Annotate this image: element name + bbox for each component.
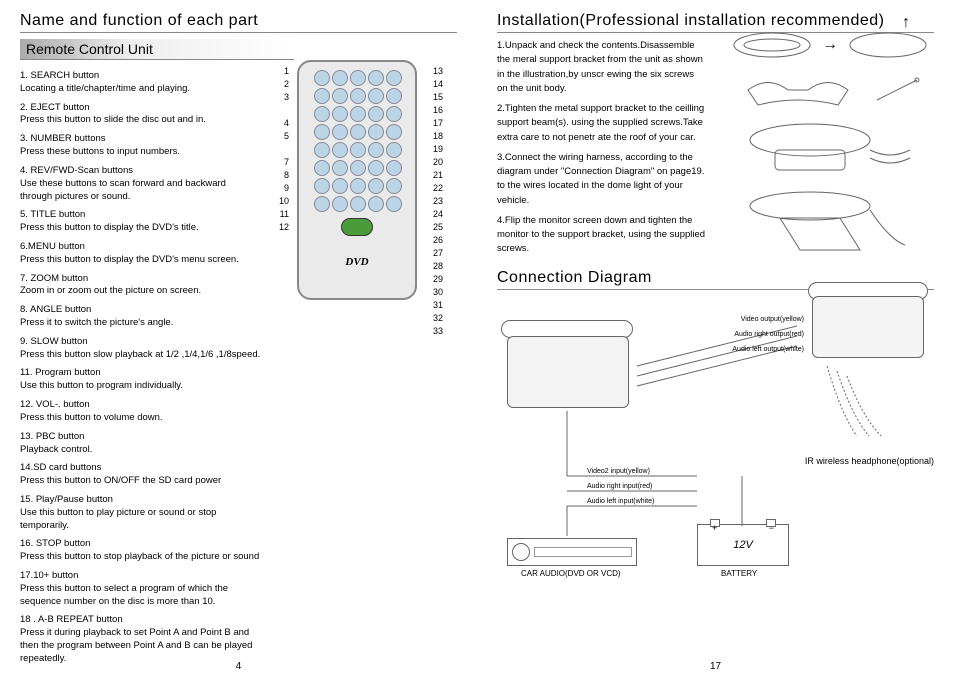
arrow-up-icon	[902, 14, 910, 32]
remote-key	[350, 70, 366, 86]
wire-label: Audio left output(white)	[732, 346, 804, 353]
remote-key	[314, 106, 330, 122]
remote-key	[368, 196, 384, 212]
remote-key	[314, 160, 330, 176]
remote-item: 13. PBC buttonPlayback control.	[20, 431, 260, 457]
remote-item: 1. SEARCH buttonLocating a title/chapter…	[20, 70, 260, 96]
remote-key	[368, 70, 384, 86]
remote-key	[386, 88, 402, 104]
callout-numbers-left: 12345789101112	[247, 64, 289, 233]
dvd-logo: DVD	[305, 256, 409, 268]
wire-label: Audio right input(red)	[587, 483, 652, 490]
remote-item: 18 . A-B REPEAT buttonPress it during pl…	[20, 614, 260, 665]
remote-key	[332, 88, 348, 104]
figure-unit-wiring	[720, 120, 940, 180]
remote-key	[332, 178, 348, 194]
remote-key	[350, 160, 366, 176]
remote-item: 12. VOL-. buttonPress this button to vol…	[20, 399, 260, 425]
remote-key	[386, 196, 402, 212]
caption-stereo: CAR AUDIO(DVD OR VCD)	[521, 569, 621, 578]
wire-label: Audio left input(white)	[587, 498, 654, 505]
remote-key	[314, 124, 330, 140]
install-step: 1.Unpack and check the contents.Disassem…	[497, 39, 707, 96]
remote-key	[314, 70, 330, 86]
remote-key	[332, 196, 348, 212]
remote-item: 2. EJECT buttonPress this button to slid…	[20, 102, 260, 128]
section-title-parts: Name and function of each part	[20, 12, 457, 33]
remote-key	[314, 142, 330, 158]
remote-item: 14.SD card buttonsPress this button to O…	[20, 462, 260, 488]
remote-key	[332, 142, 348, 158]
remote-item: 6.MENU buttonPress this button to displa…	[20, 241, 260, 267]
remote-key	[368, 160, 384, 176]
remote-key	[350, 196, 366, 212]
remote-items-list: 1. SEARCH buttonLocating a title/chapter…	[20, 70, 260, 666]
remote-item: 7. ZOOM buttonZoom in or zoom out the pi…	[20, 273, 260, 299]
remote-item: 17.10+ buttonPress this button to select…	[20, 570, 260, 608]
callout-numbers-right: 1314151617181920212223242526272829303132…	[433, 64, 475, 337]
page-number-left: 4	[236, 661, 242, 672]
remote-key	[332, 106, 348, 122]
page-number-right: 17	[710, 661, 721, 672]
figure-bracket	[720, 70, 940, 110]
remote-key	[350, 142, 366, 158]
arrow-right-icon	[822, 36, 838, 54]
remote-key	[368, 106, 384, 122]
remote-key	[332, 160, 348, 176]
battery-box: + − 12V	[697, 524, 789, 566]
headphone-label: IR wireless headphone(optional)	[805, 456, 934, 466]
remote-button-grid	[305, 70, 409, 210]
remote-key	[368, 88, 384, 104]
remote-key	[350, 124, 366, 140]
remote-item: 15. Play/Pause buttonUse this button to …	[20, 494, 260, 532]
remote-key	[332, 70, 348, 86]
wire-label: Video output(yellow)	[741, 316, 804, 323]
remote-key	[368, 124, 384, 140]
installation-figures	[720, 30, 940, 270]
remote-key	[350, 178, 366, 194]
subsection-remote: Remote Control Unit	[20, 39, 294, 60]
remote-key	[314, 178, 330, 194]
right-page: Installation(Professional installation r…	[477, 0, 954, 676]
install-step: 4.Flip the monitor screen down and tight…	[497, 214, 707, 257]
remote-key	[386, 70, 402, 86]
remote-key	[386, 142, 402, 158]
remote-key	[386, 178, 402, 194]
connection-diagram: Video output(yellow) Audio right output(…	[497, 296, 934, 576]
remote-item: 5. TITLE buttonPress this button to disp…	[20, 209, 260, 235]
installation-steps: 1.Unpack and check the contents.Disassem…	[497, 39, 707, 257]
remote-item: 4. REV/FWD-Scan buttonsUse these buttons…	[20, 165, 260, 203]
wire-label: Audio right output(red)	[734, 331, 804, 338]
remote-key	[386, 160, 402, 176]
power-button-icon	[341, 218, 373, 236]
remote-key	[314, 196, 330, 212]
remote-key	[350, 106, 366, 122]
remote-control: DVD	[297, 60, 417, 300]
wire-label: Video2 input(yellow)	[587, 468, 650, 475]
remote-key	[368, 178, 384, 194]
figure-flip-down	[720, 190, 940, 260]
remote-key	[314, 88, 330, 104]
install-step: 2.Tighten the metal support bracket to t…	[497, 102, 707, 145]
remote-key	[386, 124, 402, 140]
install-step: 3.Connect the wiring harness, according …	[497, 151, 707, 208]
car-stereo	[507, 538, 637, 566]
remote-key	[386, 106, 402, 122]
remote-item: 3. NUMBER buttonsPress these buttons to …	[20, 133, 260, 159]
remote-key	[350, 88, 366, 104]
caption-battery: BATTERY	[721, 569, 757, 578]
remote-key	[368, 142, 384, 158]
remote-item: 16. STOP buttonPress this button to stop…	[20, 538, 260, 564]
remote-key	[332, 124, 348, 140]
figure-unit-top	[720, 30, 940, 60]
left-page: Name and function of each part Remote Co…	[0, 0, 477, 676]
remote-item: 9. SLOW buttonPress this button slow pla…	[20, 336, 260, 362]
remote-item: 11. Program buttonUse this button to pro…	[20, 367, 260, 393]
remote-item: 8. ANGLE buttonPress it to switch the pi…	[20, 304, 260, 330]
